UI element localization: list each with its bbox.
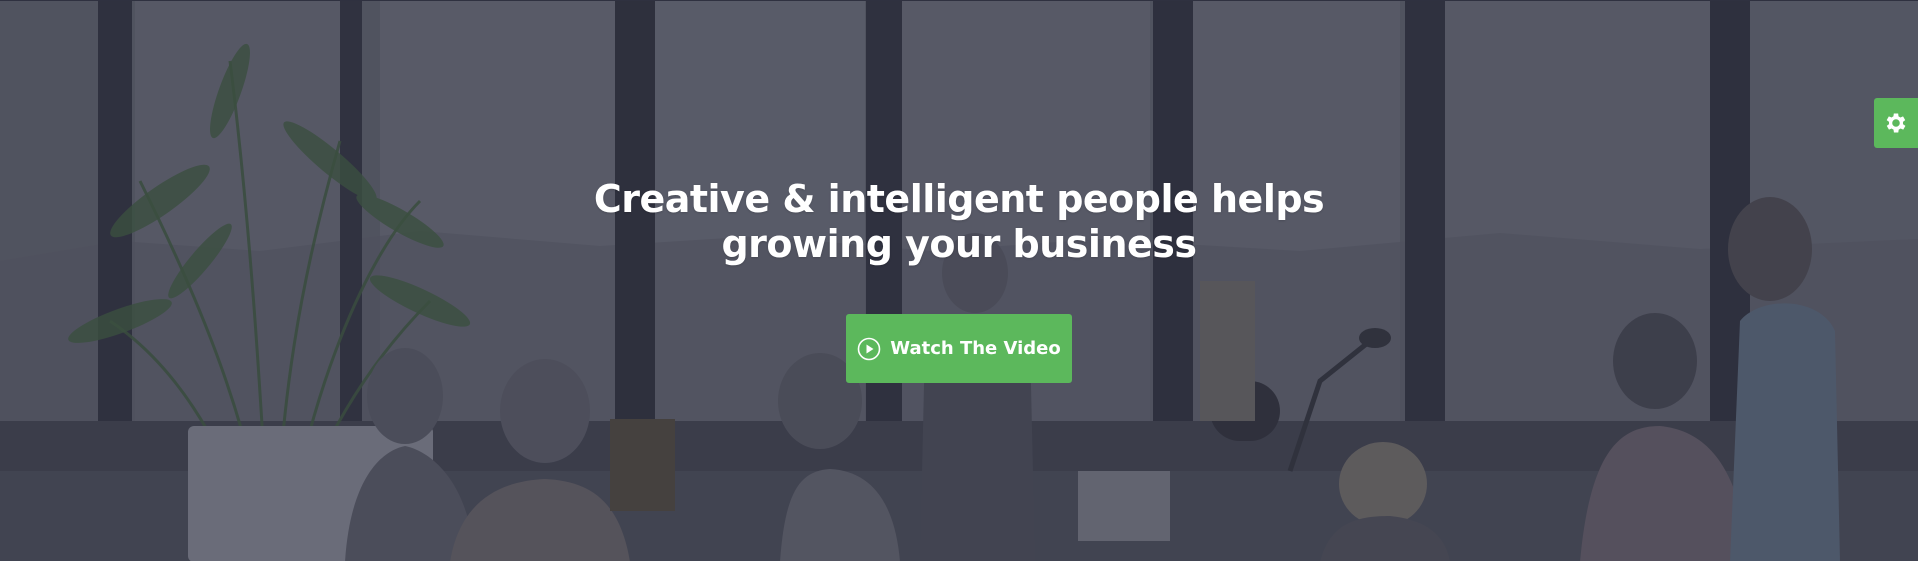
hero-headline: Creative & intelligent people helps grow…	[579, 177, 1339, 267]
headline-line-2: growing your business	[721, 222, 1197, 266]
watch-video-label: Watch The Video	[890, 338, 1061, 359]
hero-content: Creative & intelligent people helps grow…	[0, 177, 1918, 383]
settings-panel-toggle[interactable]	[1874, 98, 1918, 148]
play-circle-icon	[857, 337, 881, 360]
gear-icon	[1886, 113, 1906, 133]
hero-section: Creative & intelligent people helps grow…	[0, 0, 1918, 561]
headline-line-1: Creative & intelligent people helps	[593, 177, 1325, 221]
watch-video-button[interactable]: Watch The Video	[846, 314, 1072, 383]
